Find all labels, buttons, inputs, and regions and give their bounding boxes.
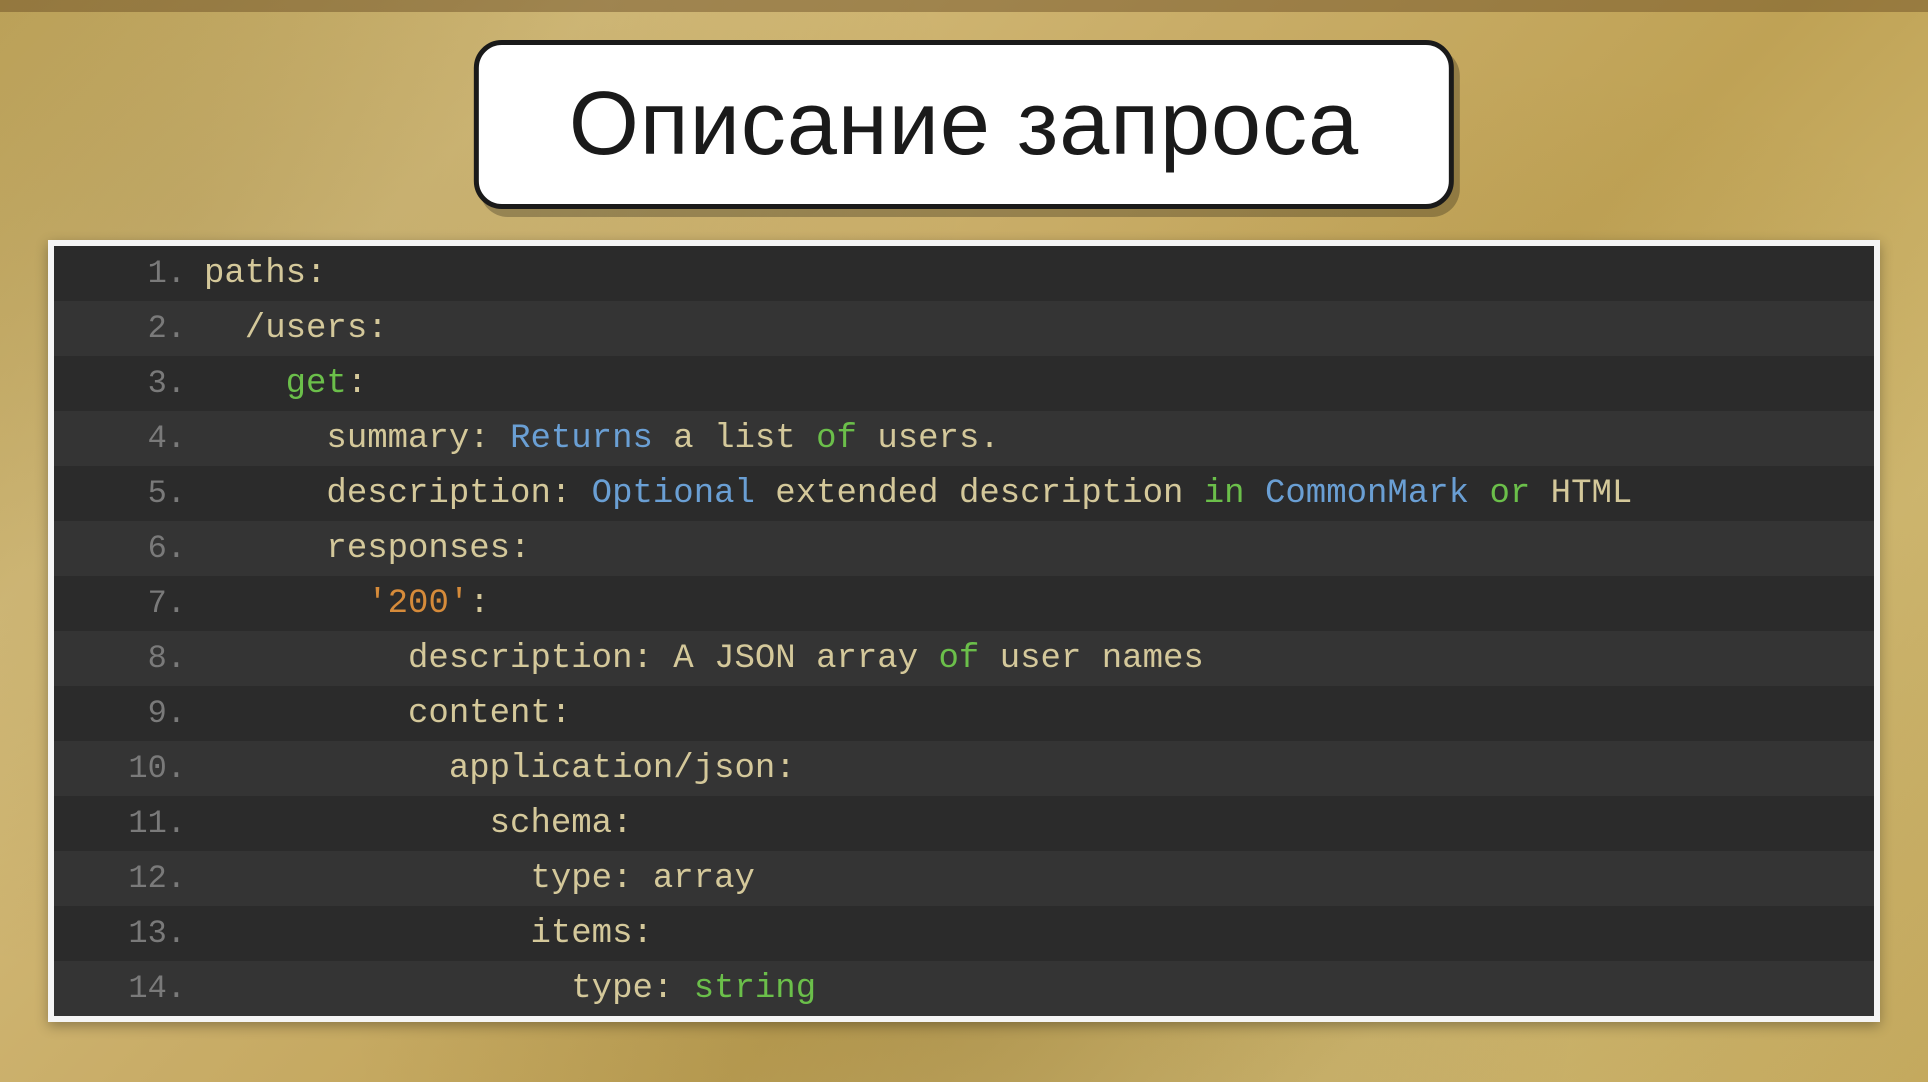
code-content: summary: Returns a list of users.	[204, 422, 1000, 456]
code-line: 9. content:	[54, 686, 1874, 741]
code-content: paths:	[204, 257, 326, 291]
code-content: application/json:	[204, 752, 796, 786]
line-number: 12.	[54, 863, 204, 895]
line-number: 7.	[54, 588, 204, 620]
slide-title: Описание запроса	[569, 73, 1359, 176]
code-line: 5. description: Optional extended descri…	[54, 466, 1874, 521]
code-line: 3. get:	[54, 356, 1874, 411]
line-number: 4.	[54, 423, 204, 455]
code-line: 4. summary: Returns a list of users.	[54, 411, 1874, 466]
code-content: get:	[204, 367, 367, 401]
code-content: type: string	[204, 972, 816, 1006]
line-number: 1.	[54, 258, 204, 290]
line-number: 10.	[54, 753, 204, 785]
title-card: Описание запроса	[474, 40, 1454, 209]
line-number: 8.	[54, 643, 204, 675]
line-number: 5.	[54, 478, 204, 510]
code-content: responses:	[204, 532, 530, 566]
code-line: 2. /users:	[54, 301, 1874, 356]
code-line: 8. description: A JSON array of user nam…	[54, 631, 1874, 686]
code-line: 7. '200':	[54, 576, 1874, 631]
line-number: 11.	[54, 808, 204, 840]
code-content: /users:	[204, 312, 388, 346]
line-number: 14.	[54, 973, 204, 1005]
code-content: items:	[204, 917, 653, 951]
code-content: '200':	[204, 587, 490, 621]
code-line: 11. schema:	[54, 796, 1874, 851]
code-line: 10. application/json:	[54, 741, 1874, 796]
line-number: 3.	[54, 368, 204, 400]
line-number: 2.	[54, 313, 204, 345]
code-panel: 1.paths:2. /users:3. get:4. summary: Ret…	[48, 240, 1880, 1022]
code-content: schema:	[204, 807, 632, 841]
code-content: content:	[204, 697, 571, 731]
line-number: 9.	[54, 698, 204, 730]
code-line: 13. items:	[54, 906, 1874, 961]
code-content: type: array	[204, 862, 755, 896]
code-line: 14. type: string	[54, 961, 1874, 1016]
line-number: 13.	[54, 918, 204, 950]
code-line: 1.paths:	[54, 246, 1874, 301]
line-number: 6.	[54, 533, 204, 565]
code-block: 1.paths:2. /users:3. get:4. summary: Ret…	[54, 246, 1874, 1016]
code-line: 6. responses:	[54, 521, 1874, 576]
code-content: description: Optional extended descripti…	[204, 477, 1632, 511]
code-content: description: A JSON array of user names	[204, 642, 1204, 676]
code-line: 12. type: array	[54, 851, 1874, 906]
